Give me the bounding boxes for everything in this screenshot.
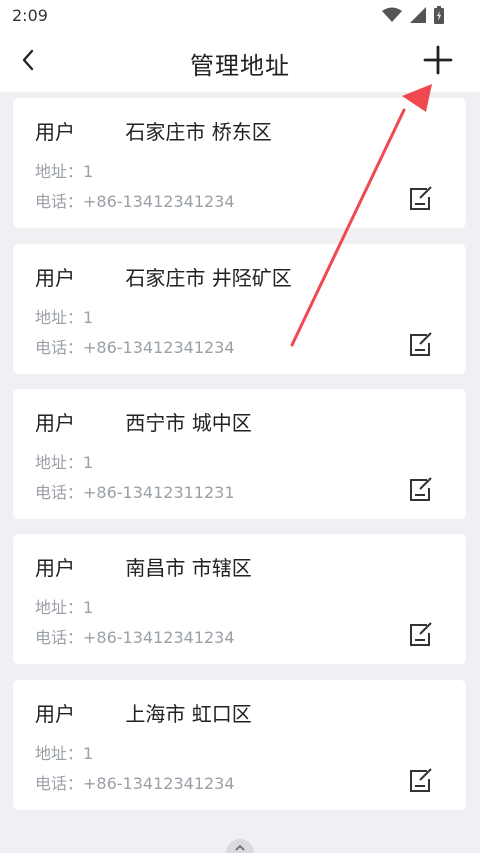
address-value: 1 — [83, 598, 94, 617]
phone-label: 电话： — [35, 192, 84, 211]
edit-icon — [407, 185, 433, 215]
wifi-icon — [382, 7, 402, 23]
edit-button[interactable] — [406, 332, 434, 360]
edit-button[interactable] — [406, 477, 434, 505]
status-time: 2:09 — [12, 6, 48, 25]
edit-button[interactable] — [406, 186, 434, 214]
card-user-name: 用户 — [35, 120, 75, 144]
edit-icon — [407, 767, 433, 797]
status-icons — [382, 6, 444, 24]
phone-label: 电话： — [35, 774, 84, 793]
signal-icon — [410, 7, 426, 23]
edit-button[interactable] — [406, 768, 434, 796]
card-user-name: 用户 — [35, 556, 75, 580]
edit-button[interactable] — [406, 622, 434, 650]
page-title: 管理地址 — [190, 52, 290, 80]
battery-icon — [434, 6, 444, 24]
status-bar: 2:09 — [0, 0, 480, 32]
card-region: 上海市 虹口区 — [125, 702, 252, 726]
phone-label: 电话： — [35, 628, 84, 647]
edit-icon — [407, 621, 433, 651]
address-card[interactable]: 用户 石家庄市 桥东区 地址：1 电话：+86-13412341234 — [13, 98, 466, 228]
address-label: 地址： — [35, 453, 84, 472]
card-region: 石家庄市 桥东区 — [125, 120, 272, 144]
address-card[interactable]: 用户 石家庄市 井陉矿区 地址：1 电话：+86-13412341234 — [13, 244, 466, 374]
card-region: 石家庄市 井陉矿区 — [125, 266, 292, 290]
header: 管理地址 — [0, 32, 480, 92]
edit-icon — [407, 331, 433, 361]
phone-value: +86-13412341234 — [83, 774, 235, 793]
add-address-button[interactable] — [420, 44, 456, 80]
address-card[interactable]: 用户 南昌市 市辖区 地址：1 电话：+86-13412341234 — [13, 534, 466, 664]
address-card[interactable]: 用户 上海市 虹口区 地址：1 电话：+86-13412341234 — [13, 680, 466, 810]
address-label: 地址： — [35, 744, 84, 763]
scroll-handle[interactable] — [226, 839, 254, 853]
phone-label: 电话： — [35, 338, 84, 357]
phone-value: +86-13412311231 — [83, 483, 235, 502]
card-user-name: 用户 — [35, 702, 75, 726]
address-label: 地址： — [35, 598, 84, 617]
address-value: 1 — [83, 453, 94, 472]
address-value: 1 — [83, 744, 94, 763]
card-user-name: 用户 — [35, 411, 75, 435]
address-card[interactable]: 用户 西宁市 城中区 地址：1 电话：+86-13412311231 — [13, 389, 466, 519]
address-list: 用户 石家庄市 桥东区 地址：1 电话：+86-13412341234 用户 石… — [0, 92, 480, 853]
edit-icon — [407, 476, 433, 506]
phone-value: +86-13412341234 — [83, 628, 235, 647]
plus-icon — [423, 45, 453, 79]
card-user-name: 用户 — [35, 266, 75, 290]
card-region: 南昌市 市辖区 — [125, 556, 252, 580]
address-label: 地址： — [35, 308, 84, 327]
address-value: 1 — [83, 162, 94, 181]
address-label: 地址： — [35, 162, 84, 181]
phone-value: +86-13412341234 — [83, 338, 235, 357]
phone-value: +86-13412341234 — [83, 192, 235, 211]
card-region: 西宁市 城中区 — [125, 411, 252, 435]
address-value: 1 — [83, 308, 94, 327]
chevron-up-icon — [234, 837, 246, 853]
phone-label: 电话： — [35, 483, 84, 502]
